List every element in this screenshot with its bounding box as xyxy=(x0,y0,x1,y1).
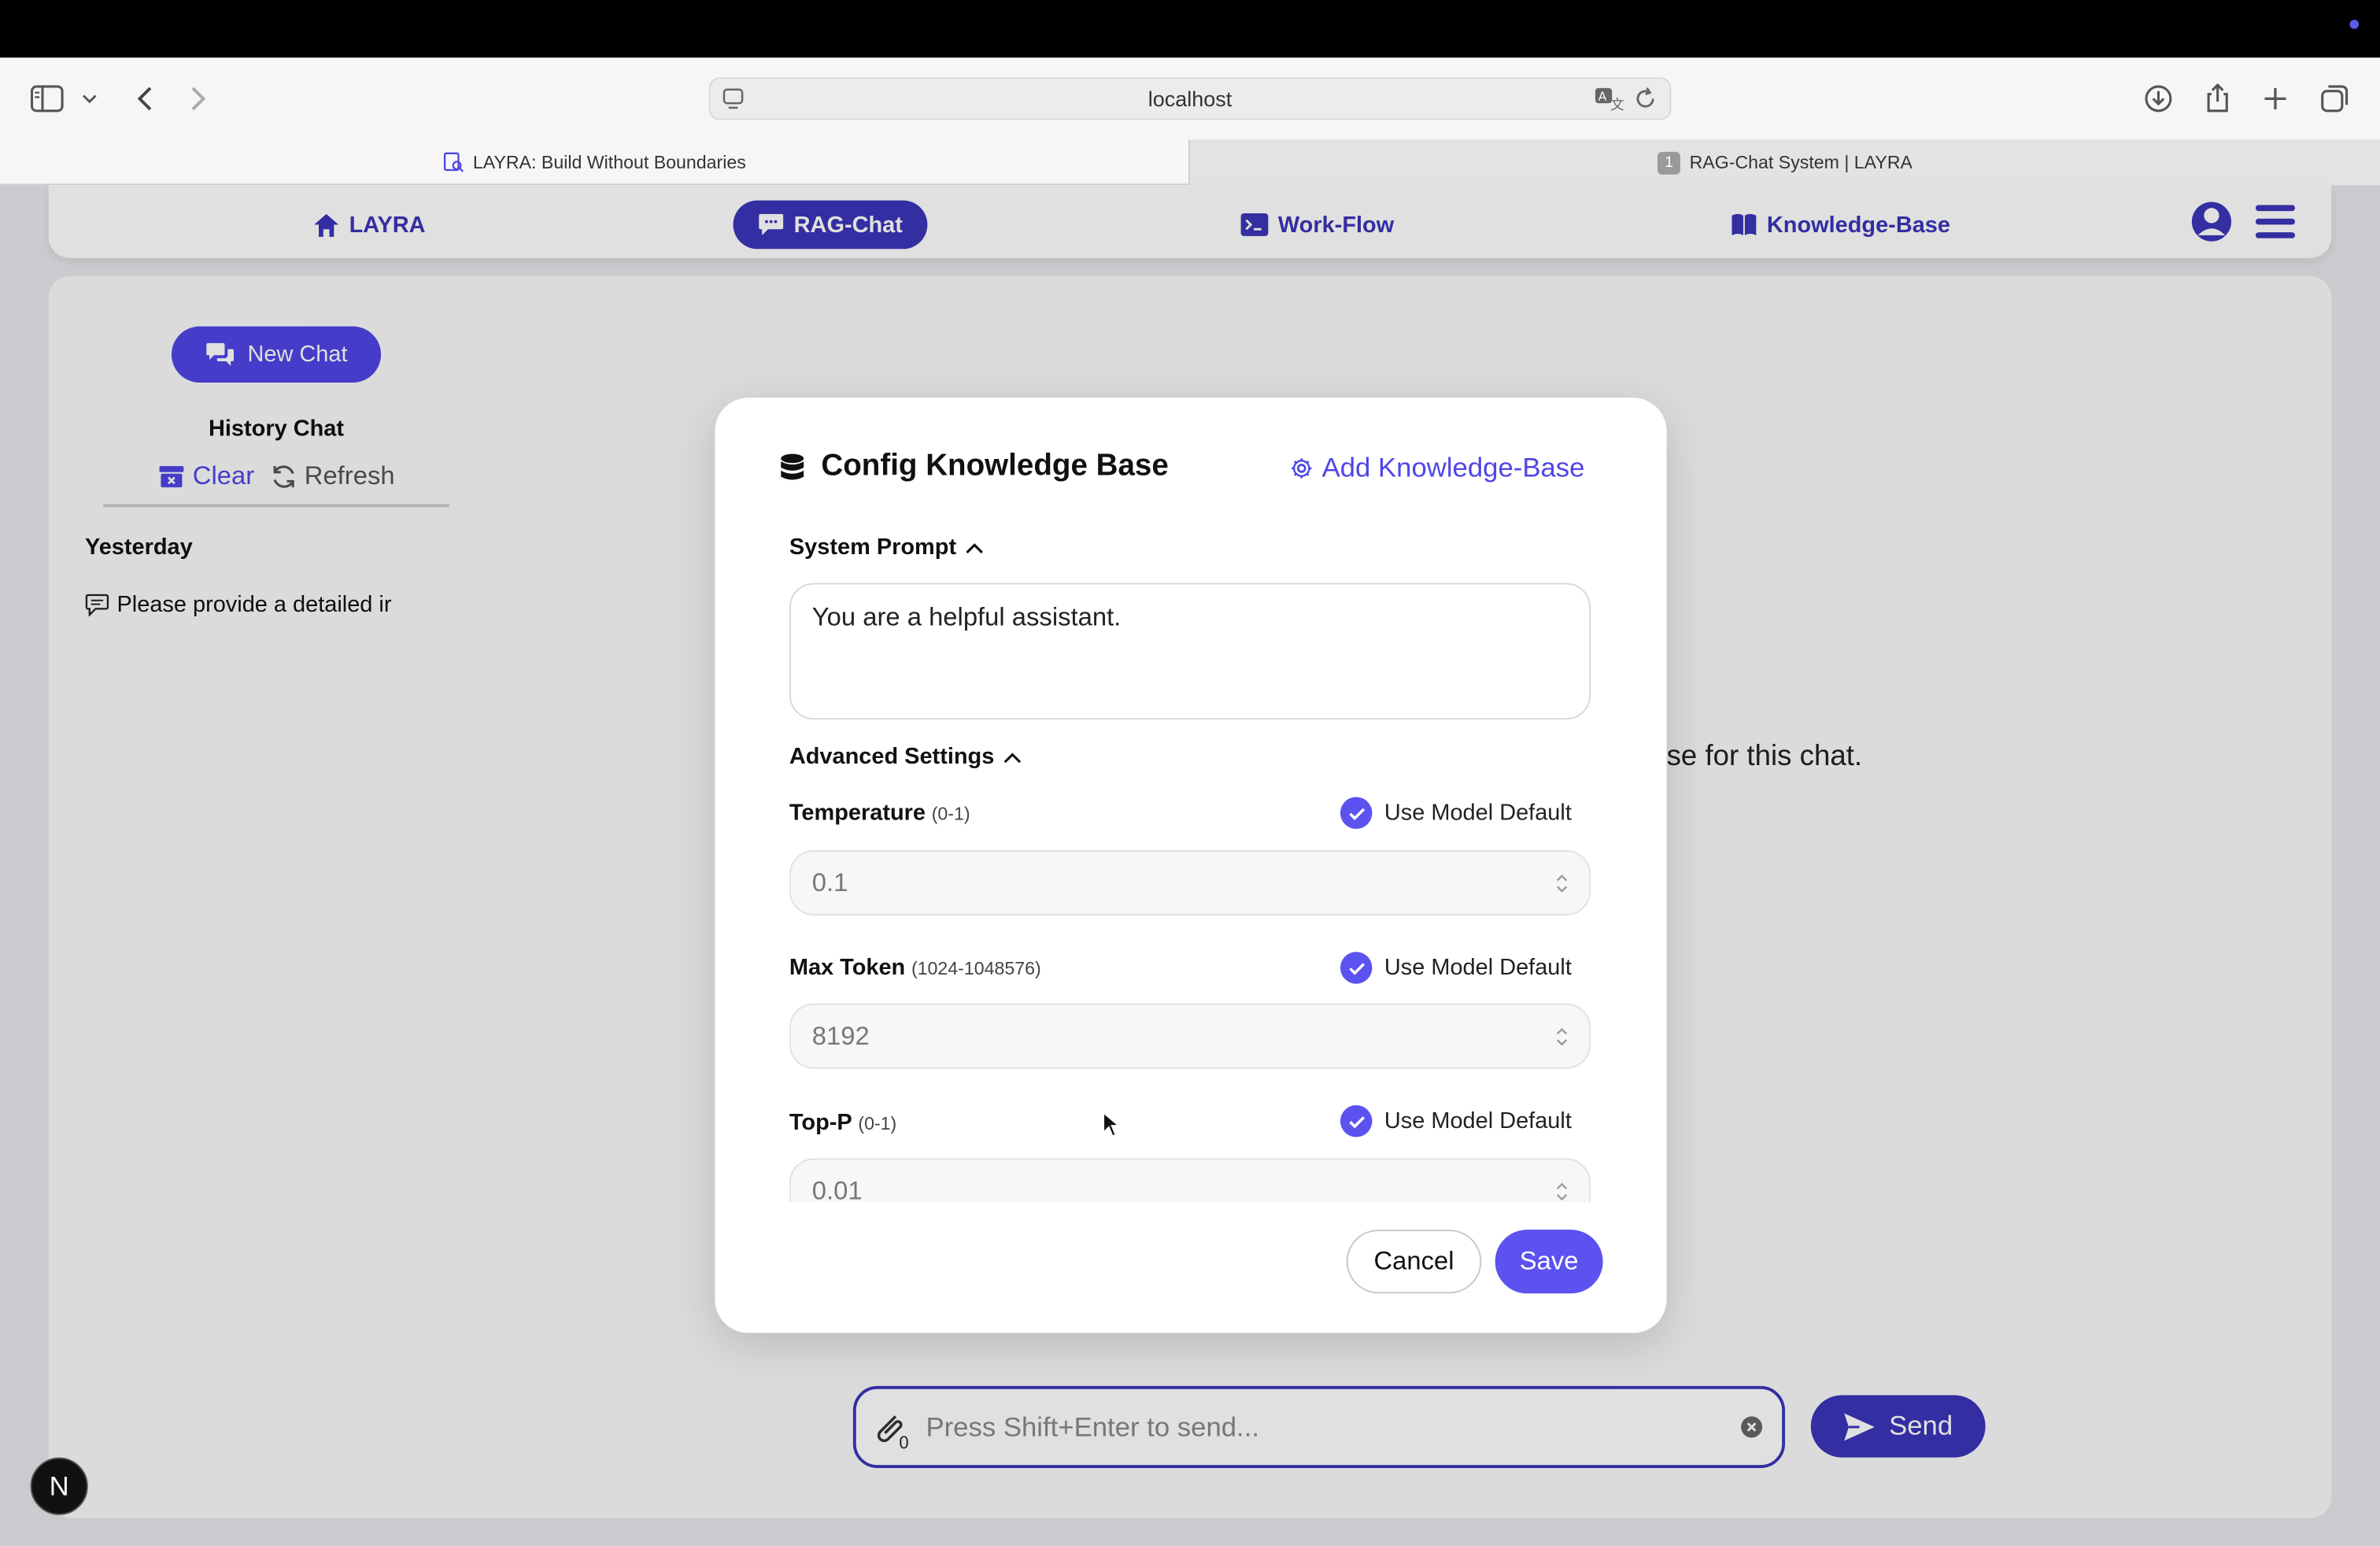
top-p-label: Top-P (0-1) xyxy=(789,1110,896,1136)
temperature-range: (0-1) xyxy=(931,803,970,825)
modal-scroll-area[interactable]: System Prompt You are a helpful assistan… xyxy=(715,398,1666,1203)
chevron-up-icon xyxy=(1003,752,1022,763)
stepper-icon[interactable] xyxy=(1556,1180,1568,1203)
advanced-settings-toggle[interactable]: Advanced Settings xyxy=(789,744,1022,770)
top-p-use-default-checkbox[interactable]: Use Model Default xyxy=(1340,1105,1572,1137)
screen: localhost A文 LAYRA: Build Without Bounda… xyxy=(0,0,2380,1546)
max-token-range: (1024-1048576) xyxy=(911,957,1041,979)
download-icon[interactable] xyxy=(2138,79,2178,118)
temperature-use-default-checkbox[interactable]: Use Model Default xyxy=(1340,797,1572,830)
temperature-label-text: Temperature xyxy=(789,800,926,827)
check-icon[interactable] xyxy=(1340,797,1373,830)
translate-icon[interactable]: A文 xyxy=(1594,87,1624,116)
system-prompt-textarea[interactable]: You are a helpful assistant. xyxy=(789,583,1591,720)
max-token-label-text: Max Token xyxy=(789,955,906,981)
max-token-input[interactable]: 8192 xyxy=(789,1003,1591,1069)
browser-toolbar: localhost A文 xyxy=(0,57,2380,140)
check-icon[interactable] xyxy=(1340,1105,1373,1137)
tab-overview-icon[interactable] xyxy=(2315,79,2354,118)
nextjs-badge[interactable]: N xyxy=(30,1457,88,1515)
use-default-label: Use Model Default xyxy=(1384,800,1572,827)
svg-text:文: 文 xyxy=(1610,98,1624,111)
temperature-label: Temperature (0-1) xyxy=(789,800,970,826)
use-default-label: Use Model Default xyxy=(1384,955,1572,981)
tab-bar: LAYRA: Build Without Boundaries 1 RAG-Ch… xyxy=(0,139,2380,186)
cancel-button[interactable]: Cancel xyxy=(1346,1230,1482,1294)
back-icon[interactable] xyxy=(124,79,164,118)
sidebar-toggle-icon[interactable] xyxy=(28,79,67,118)
macos-menubar xyxy=(0,0,2380,58)
system-prompt-toggle[interactable]: System Prompt xyxy=(789,534,984,560)
share-icon[interactable] xyxy=(2198,79,2238,118)
max-token-use-default-checkbox[interactable]: Use Model Default xyxy=(1340,952,1572,984)
save-button[interactable]: Save xyxy=(1495,1230,1603,1294)
status-dot-icon xyxy=(2349,20,2360,29)
top-p-label-text: Top-P xyxy=(789,1109,852,1136)
tab-layra[interactable]: LAYRA: Build Without Boundaries xyxy=(0,139,1188,185)
address-bar[interactable]: localhost A文 xyxy=(708,77,1672,120)
reload-icon[interactable] xyxy=(1633,87,1658,116)
advanced-settings-label: Advanced Settings xyxy=(789,744,995,770)
tab-number-badge: 1 xyxy=(1658,150,1681,174)
config-knowledge-base-modal: Config Knowledge Base Add Knowledge-Base… xyxy=(715,398,1667,1333)
max-token-label: Max Token (1024-1048576) xyxy=(789,955,1041,981)
svg-text:A: A xyxy=(1598,89,1607,103)
tab-layra-label: LAYRA: Build Without Boundaries xyxy=(472,151,746,173)
system-prompt-label: System Prompt xyxy=(789,534,957,560)
check-icon[interactable] xyxy=(1340,952,1373,984)
doc-search-icon xyxy=(443,152,464,172)
tab-rag-chat[interactable]: 1 RAG-Chat System | LAYRA xyxy=(1188,139,2380,186)
top-p-range: (0-1) xyxy=(858,1112,897,1134)
chevron-up-icon xyxy=(966,542,983,553)
stepper-icon[interactable] xyxy=(1556,1025,1568,1056)
top-p-value[interactable]: 0.01 xyxy=(812,1176,863,1203)
page-settings-icon[interactable] xyxy=(721,87,745,116)
address-text[interactable]: localhost xyxy=(1148,87,1232,111)
forward-icon[interactable] xyxy=(179,79,219,118)
temperature-input[interactable]: 0.1 xyxy=(789,850,1591,915)
stepper-icon[interactable] xyxy=(1556,871,1568,902)
chevron-down-icon[interactable] xyxy=(76,79,103,118)
top-p-input[interactable]: 0.01 xyxy=(789,1158,1591,1203)
tab-rag-chat-label: RAG-Chat System | LAYRA xyxy=(1689,151,1913,173)
mouse-cursor-icon xyxy=(1102,1111,1122,1146)
new-tab-icon[interactable] xyxy=(2256,79,2295,118)
use-default-label: Use Model Default xyxy=(1384,1108,1572,1134)
temperature-value[interactable]: 0.1 xyxy=(812,867,848,898)
max-token-value[interactable]: 8192 xyxy=(812,1021,870,1052)
